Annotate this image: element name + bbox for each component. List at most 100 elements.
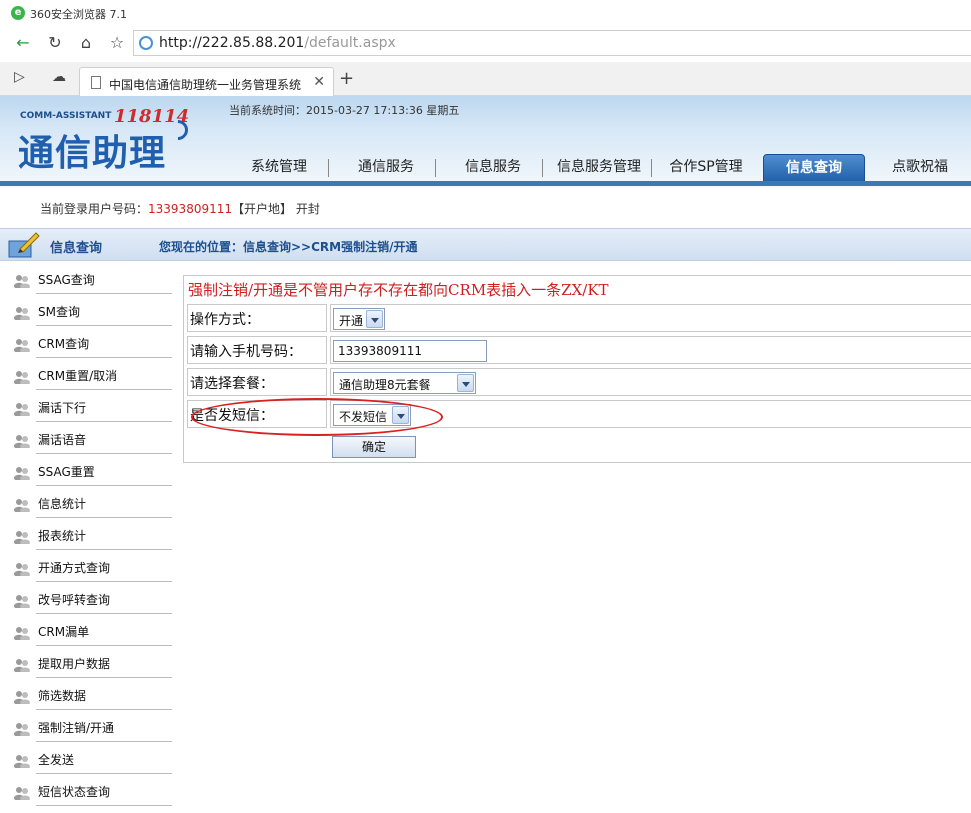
sidebar-item[interactable]: 信息统计 (0, 486, 172, 518)
sidebar-item[interactable]: 短信状态查询 (0, 774, 172, 806)
new-tab-icon[interactable]: + (339, 68, 354, 89)
sidebar-item[interactable]: SSAG查询 (0, 262, 172, 294)
sidebar-item-label: 提取用户数据 (38, 657, 111, 671)
nav-item-sp-mgmt[interactable]: 合作SP管理 (657, 154, 755, 184)
operation-value: 开通 (339, 314, 364, 328)
sidebar-item[interactable]: 漏话下行 (0, 390, 172, 422)
chevron-down-icon[interactable] (366, 310, 383, 328)
sidebar-item[interactable]: CRM重置/取消 (0, 358, 172, 390)
nav-item-comm[interactable]: 通信服务 (340, 154, 436, 184)
sidebar-item[interactable]: SM查询 (0, 294, 172, 326)
user-area: 【开户地】 开封 (232, 202, 320, 216)
cloud-icon[interactable]: ☁ (52, 69, 66, 85)
user-group-icon (14, 627, 30, 640)
sidebar-item-label: CRM重置/取消 (38, 369, 118, 383)
pencil-icon (8, 232, 40, 258)
nav-item-info-service-mgmt[interactable]: 信息服务管理 (550, 154, 652, 184)
submit-button[interactable]: 确定 (332, 436, 416, 458)
refresh-icon[interactable]: ↻ (44, 33, 66, 53)
sidebar-item[interactable]: 开通方式查询 (0, 550, 172, 582)
user-group-icon (14, 435, 30, 448)
user-info: 当前登录用户号码：13393809111【开户地】 开封 (40, 200, 320, 217)
package-label: 请选择套餐： (187, 368, 327, 396)
nav-item-info-service[interactable]: 信息服务 (447, 154, 543, 184)
page-icon (91, 76, 101, 89)
sidebar-item[interactable]: 强制注销/开通 (0, 710, 172, 742)
browser-logo-icon: e (11, 6, 25, 20)
sidebar-item-label: 报表统计 (38, 529, 87, 543)
back-arrow-icon[interactable]: ← (12, 33, 34, 53)
browser-tab[interactable]: 中国电信通信助理统一业务管理系统 ✕ (79, 67, 334, 97)
phone-input[interactable]: 13393809111 (333, 340, 487, 362)
nav-item-info-query[interactable]: 信息查询 (763, 154, 865, 184)
brand-english: COMM-ASSISTANT (20, 111, 112, 121)
sidebar-item[interactable]: CRM查询 (0, 326, 172, 358)
sidebar-item-label: 漏话语音 (38, 433, 87, 447)
package-cell: 通信助理8元套餐 (330, 368, 971, 396)
user-group-icon (14, 371, 30, 384)
address-bar[interactable]: http://222.85.88.201/default.aspx (133, 30, 971, 56)
sidebar-item[interactable]: 全发送 (0, 742, 172, 774)
url-path: /default.aspx (304, 35, 396, 51)
browser-app-title: 360安全浏览器 7.1 (30, 8, 127, 21)
sidebar-item[interactable]: 报表统计 (0, 518, 172, 550)
user-label: 当前登录用户号码： (40, 202, 149, 216)
user-phone: 13393809111 (148, 202, 232, 216)
address-url[interactable]: http://222.85.88.201/default.aspx (159, 35, 396, 51)
url-host: http://222.85.88.201 (159, 35, 305, 51)
brand-chinese: 通信助理 (18, 133, 167, 174)
nav-item-system[interactable]: 系统管理 (233, 154, 329, 184)
sidebar-item-label: 开通方式查询 (38, 561, 111, 575)
highlight-oval (191, 398, 443, 436)
user-group-icon (14, 467, 30, 480)
section-title: 信息查询 (50, 241, 103, 256)
divider (36, 805, 172, 806)
system-time: 当前系统时间：2015-03-27 17:13:36 星期五 (229, 104, 460, 117)
star-icon[interactable]: ☆ (106, 33, 128, 53)
sidebar-item-label: SM查询 (38, 305, 80, 319)
row-operation: 操作方式： 开通 (184, 302, 971, 332)
breadcrumb: 您现在的位置：信息查询>>CRM强制注销/开通 (159, 240, 418, 254)
package-select[interactable]: 通信助理8元套餐 (333, 372, 476, 394)
site-header: COMM-ASSISTANT 118114 通信助理 当前系统时间：2015-0… (0, 96, 971, 188)
home-icon[interactable]: ⌂ (75, 33, 97, 53)
sidebar-item-label: 全发送 (38, 753, 75, 767)
globe-icon (139, 36, 153, 50)
browser-tab-bar: ▷ ☁ 中国电信通信助理统一业务管理系统 ✕ + (0, 62, 971, 97)
user-group-icon (14, 339, 30, 352)
sidebar-item-label: 强制注销/开通 (38, 721, 115, 735)
user-group-icon (14, 723, 30, 736)
sidebar-item-label: 漏话下行 (38, 401, 87, 415)
package-value: 通信助理8元套餐 (339, 378, 431, 392)
user-bar: 当前登录用户号码：13393809111【开户地】 开封 (0, 188, 971, 228)
close-icon[interactable]: ✕ (313, 74, 325, 90)
sidebar-item[interactable]: 筛选数据 (0, 678, 172, 710)
sidebar-item-label: 筛选数据 (38, 689, 87, 703)
row-package: 请选择套餐： 通信助理8元套餐 (184, 366, 971, 396)
chevron-down-icon[interactable] (457, 374, 474, 392)
sidebar-item-label: SSAG查询 (38, 273, 95, 287)
sidebar-item-label: 改号呼转查询 (38, 593, 111, 607)
phone-cell: 13393809111 (330, 336, 971, 364)
row-phone: 请输入手机号码： 13393809111 (184, 334, 971, 364)
form-notice: 强制注销/开通是不管用户存不存在都向CRM表插入一条ZX/KT (188, 281, 609, 299)
sidebar-item[interactable]: CRM漏单 (0, 614, 172, 646)
user-group-icon (14, 595, 30, 608)
browser-nav-bar: ← ↻ ⌂ ☆ http://222.85.88.201/default.asp… (0, 26, 971, 60)
brand-logo: COMM-ASSISTANT 118114 通信助理 (18, 106, 193, 176)
browser-title-bar: e 360安全浏览器 7.1 (0, 0, 971, 26)
user-group-icon (14, 787, 30, 800)
operation-select[interactable]: 开通 (333, 308, 385, 330)
phone-label: 请输入手机号码： (187, 336, 327, 364)
sidebar-item[interactable]: 提取用户数据 (0, 646, 172, 678)
operation-label: 操作方式： (187, 304, 327, 332)
sidebar-toggle-icon[interactable]: ▷ (14, 69, 25, 85)
sidebar-item[interactable]: 漏话语音 (0, 422, 172, 454)
user-group-icon (14, 755, 30, 768)
header-divider (0, 181, 971, 186)
user-group-icon (14, 275, 30, 288)
nav-item-song-wish[interactable]: 点歌祝福 (873, 154, 967, 184)
sidebar-item-label: 短信状态查询 (38, 785, 111, 799)
sidebar-item[interactable]: 改号呼转查询 (0, 582, 172, 614)
sidebar-item[interactable]: SSAG重置 (0, 454, 172, 486)
